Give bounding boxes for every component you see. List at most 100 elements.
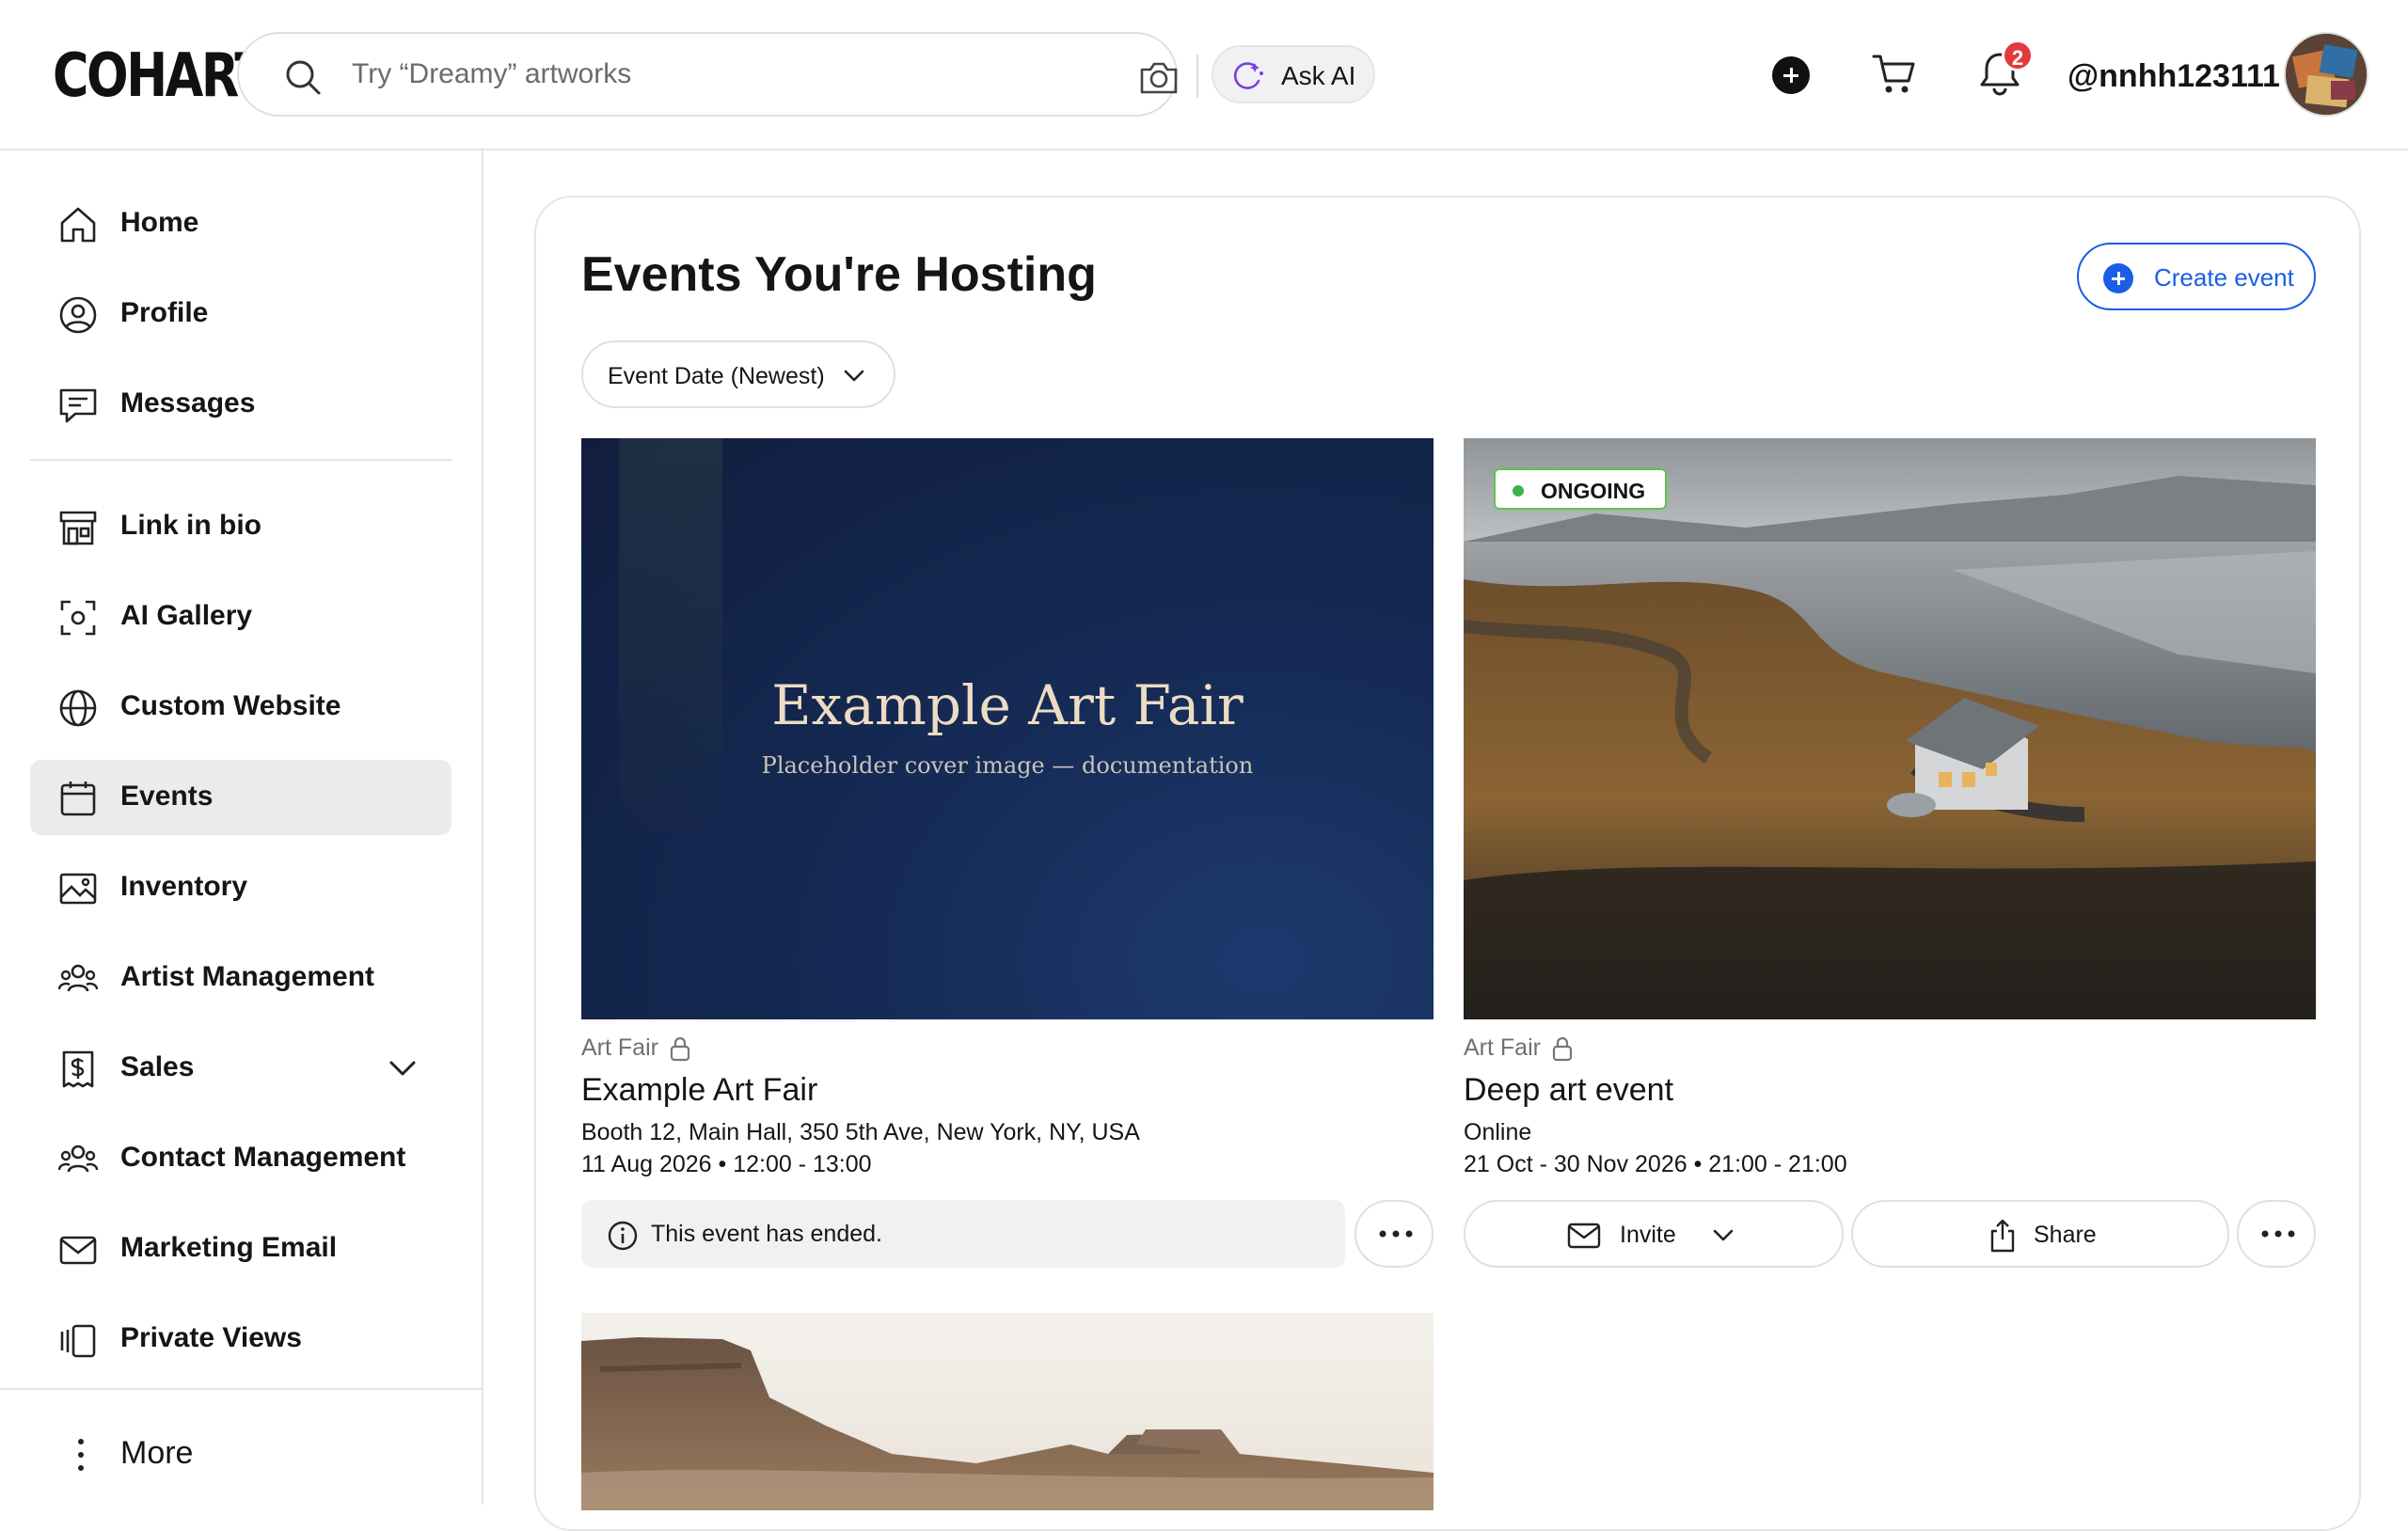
share-button[interactable]: Share xyxy=(1851,1200,2229,1268)
status-dot xyxy=(1513,485,1524,497)
sidebar-item-messages[interactable]: Messages xyxy=(30,367,452,442)
event-cover-image[interactable]: Example Art Fair Placeholder cover image… xyxy=(581,438,1434,1019)
event-location: Online xyxy=(1464,1119,1532,1145)
mail-icon xyxy=(59,1236,97,1265)
event-category: Art Fair xyxy=(1464,1034,1541,1061)
lock-icon xyxy=(670,1036,690,1062)
sidebar-item-ai-gallery[interactable]: AI Gallery xyxy=(30,579,452,655)
sidebar-item-label: Private Views xyxy=(120,1322,302,1353)
sidebar-item-label: Events xyxy=(120,781,214,812)
sidebar-item-artist-management[interactable]: Artist Management xyxy=(30,940,452,1016)
more-horizontal-icon xyxy=(2261,1230,2295,1238)
home-icon xyxy=(60,207,96,243)
sidebar-item-custom-website[interactable]: Custom Website xyxy=(30,670,452,745)
event-cover-image[interactable] xyxy=(581,1313,1434,1510)
sidebar-item-home[interactable]: Home xyxy=(30,186,452,261)
event-title[interactable]: Example Art Fair xyxy=(581,1072,817,1109)
top-header: COHART Try “Dreamy” artworks Ask AI 2 @n… xyxy=(0,0,2408,150)
people-icon xyxy=(58,1144,98,1173)
event-datetime: 21 Oct - 30 Nov 2026 • 21:00 - 21:00 xyxy=(1464,1151,1847,1177)
sidebar-divider xyxy=(0,1388,483,1390)
sidebar-item-private-views[interactable]: Private Views xyxy=(30,1302,452,1377)
sidebar-item-label: Contact Management xyxy=(120,1142,406,1173)
chevron-down-icon xyxy=(1713,1229,1734,1241)
search-icon xyxy=(286,60,321,95)
more-vertical-icon xyxy=(78,1439,84,1471)
sidebar-item-link-in-bio[interactable]: Link in bio xyxy=(30,489,452,564)
sidebar-item-label: Marketing Email xyxy=(120,1232,338,1263)
avatar[interactable] xyxy=(2284,32,2368,117)
event-datetime: 11 Aug 2026 • 12:00 - 13:00 xyxy=(581,1151,872,1177)
event-category: Art Fair xyxy=(581,1034,658,1061)
cover-subtitle: Placeholder cover image — documentation xyxy=(761,752,1254,779)
event-title[interactable]: Deep art event xyxy=(1464,1072,1673,1109)
chevron-down-icon[interactable] xyxy=(388,1057,418,1080)
page-title: Events You're Hosting xyxy=(581,247,1097,302)
ongoing-label: ONGOING xyxy=(1541,479,1646,503)
username[interactable]: @nnhh123111 xyxy=(2067,58,2280,95)
chevron-down-icon xyxy=(844,370,864,382)
camera-icon[interactable] xyxy=(1138,58,1180,96)
event-more-button[interactable] xyxy=(2237,1200,2316,1268)
private-views-icon xyxy=(60,1324,96,1358)
create-event-button[interactable]: Create event xyxy=(2077,243,2316,310)
share-icon xyxy=(1990,1219,2015,1253)
mail-icon xyxy=(1567,1223,1601,1249)
invite-label: Invite xyxy=(1620,1222,1676,1248)
globe-icon xyxy=(59,689,97,727)
ongoing-badge: ONGOING xyxy=(1494,468,1667,510)
info-icon xyxy=(608,1221,638,1251)
plus-circle-icon xyxy=(2103,263,2133,293)
dollar-icon xyxy=(62,1050,94,1088)
sidebar-item-label: Inventory xyxy=(120,871,248,902)
add-plus-icon[interactable] xyxy=(1772,56,1810,94)
event-more-button[interactable] xyxy=(1354,1200,1434,1268)
sidebar-item-label: AI Gallery xyxy=(120,600,253,631)
image-icon xyxy=(59,873,97,905)
event-location: Booth 12, Main Hall, 350 5th Ave, New Yo… xyxy=(581,1119,1140,1145)
sidebar-item-profile[interactable]: Profile xyxy=(30,276,452,352)
ai-sparkle-icon xyxy=(1233,62,1263,89)
sidebar-more[interactable]: More xyxy=(58,1418,341,1490)
share-label: Share xyxy=(2034,1222,2097,1248)
notification-badge: 2 xyxy=(2002,39,2034,71)
create-event-label: Create event xyxy=(2154,263,2294,292)
sidebar-item-events[interactable]: Events xyxy=(30,760,452,835)
cart-icon[interactable] xyxy=(1872,53,1917,96)
sidebar: Home Profile Messages Link in bio AI Gal… xyxy=(0,150,483,1505)
ask-ai-button[interactable]: Ask AI xyxy=(1212,45,1375,103)
sidebar-item-label: Home xyxy=(120,207,199,238)
ask-ai-label: Ask AI xyxy=(1281,61,1356,90)
sidebar-item-label: Messages xyxy=(120,387,256,418)
sidebar-item-label: Artist Management xyxy=(120,961,375,992)
event-ended-notice: This event has ended. xyxy=(581,1200,1345,1268)
cover-title: Example Art Fair xyxy=(771,673,1244,737)
cohart-logo[interactable]: COHART xyxy=(53,41,268,111)
invite-button[interactable]: Invite xyxy=(1464,1200,1844,1268)
event-ended-text: This event has ended. xyxy=(651,1221,882,1247)
sidebar-item-label: Sales xyxy=(120,1051,195,1082)
search-bar[interactable]: Try “Dreamy” artworks Ask AI xyxy=(237,32,1375,117)
sidebar-item-marketing-email[interactable]: Marketing Email xyxy=(30,1211,452,1286)
search-placeholder[interactable]: Try “Dreamy” artworks xyxy=(352,58,631,90)
search-divider xyxy=(1196,55,1198,98)
more-label: More xyxy=(120,1435,194,1471)
profile-icon xyxy=(59,296,97,334)
sidebar-divider xyxy=(30,459,452,461)
sidebar-item-inventory[interactable]: Inventory xyxy=(30,850,452,925)
sort-dropdown[interactable]: Event Date (Newest) xyxy=(581,340,895,408)
people-icon xyxy=(58,964,98,992)
sort-label: Event Date (Newest) xyxy=(608,363,825,389)
sidebar-item-label: Link in bio xyxy=(120,510,261,541)
event-cover-image[interactable] xyxy=(1464,438,2316,1019)
storefront-icon xyxy=(59,511,97,545)
sidebar-item-contact-management[interactable]: Contact Management xyxy=(30,1121,452,1196)
calendar-icon xyxy=(60,781,96,816)
scan-icon xyxy=(60,600,96,636)
more-horizontal-icon xyxy=(1379,1230,1413,1238)
sidebar-item-label: Custom Website xyxy=(120,690,341,721)
lock-icon xyxy=(1552,1036,1573,1062)
messages-icon xyxy=(59,388,97,423)
sidebar-item-label: Profile xyxy=(120,297,209,328)
sidebar-item-sales[interactable]: Sales xyxy=(30,1031,452,1106)
